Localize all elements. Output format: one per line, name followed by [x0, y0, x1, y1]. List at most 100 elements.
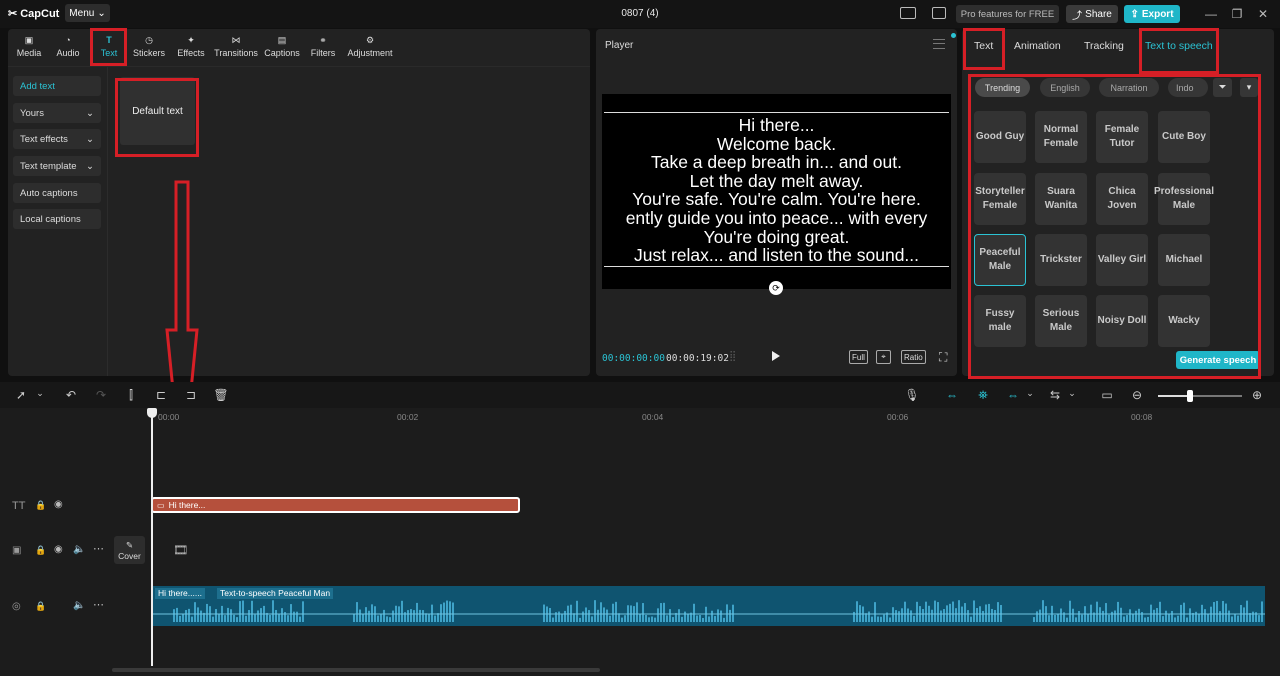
filter-narration[interactable]: Narration — [1099, 78, 1159, 97]
voice-option[interactable]: Noisy Doll — [1096, 295, 1148, 347]
text-clip[interactable]: ▭ Hi there... — [151, 497, 520, 513]
filter-trending[interactable]: Trending — [975, 78, 1030, 97]
keyboard-icon[interactable] — [932, 7, 946, 19]
voice-option[interactable]: Peaceful Male — [974, 234, 1026, 286]
tab-text-properties[interactable]: Text — [974, 40, 993, 52]
mute-icon[interactable]: 🔈 — [73, 544, 85, 555]
pro-features-button[interactable]: Pro features for FREE — [956, 5, 1059, 23]
zoom-knob[interactable] — [1186, 390, 1193, 402]
local-captions-item[interactable]: Local captions — [13, 209, 101, 229]
tab-media[interactable]: ▣ Media — [14, 32, 44, 64]
playhead-handle[interactable] — [147, 408, 157, 418]
voice-option[interactable]: Trickster — [1035, 234, 1087, 286]
tab-stickers[interactable]: ◷ Stickers — [131, 32, 167, 64]
voice-option[interactable]: Wacky — [1158, 295, 1210, 347]
waveform-bar — [251, 600, 253, 622]
fullscreen-icon[interactable]: ⛶ — [939, 350, 947, 365]
filter-indo[interactable]: Indo — [1168, 78, 1208, 97]
voice-option[interactable]: Valley Girl — [1096, 234, 1148, 286]
linkage-icon[interactable]: ⇔ — [1005, 388, 1021, 402]
voice-option[interactable]: Cute Boy — [1158, 111, 1210, 163]
tab-captions[interactable]: ▤ Captions — [264, 32, 300, 64]
voice-option[interactable]: Professional Male — [1154, 173, 1214, 225]
ratio-button[interactable]: Ratio — [901, 350, 926, 364]
split-right-icon[interactable]: ⊐ — [183, 388, 199, 402]
tab-text[interactable]: T Text — [96, 32, 122, 64]
default-text-card[interactable]: Default text — [120, 77, 195, 145]
chevron-down-icon: ⌄ — [86, 160, 94, 172]
voice-option[interactable]: Suara Wanita — [1035, 173, 1087, 225]
text-effects-item[interactable]: Text effects ⌄ — [13, 129, 101, 149]
filter-icon[interactable]: ⏷ — [1213, 78, 1232, 97]
split-left-icon[interactable]: ⊏ — [153, 388, 169, 402]
zoom-in-icon[interactable]: ⊕ — [1249, 388, 1265, 402]
voice-option[interactable]: Female Tutor — [1096, 111, 1148, 163]
eye-icon[interactable]: ◉ — [54, 499, 63, 510]
layout-icon[interactable] — [900, 7, 916, 19]
tab-tracking[interactable]: Tracking — [1084, 40, 1124, 52]
tab-audio[interactable]: ◔ Audio — [53, 32, 83, 64]
chevron-down-icon[interactable]: ⌄ — [32, 388, 48, 399]
full-button[interactable]: Full — [849, 350, 868, 364]
grid-icon[interactable]: ⣿ — [729, 351, 747, 363]
tab-transitions[interactable]: ⋈ Transitions — [213, 32, 259, 64]
crop-icon[interactable]: ⌖ — [876, 350, 891, 364]
play-icon[interactable] — [772, 351, 780, 361]
redo-icon[interactable]: ↷ — [93, 388, 109, 402]
restore-icon[interactable]: ❐ — [1229, 6, 1245, 22]
zoom-out-icon[interactable]: ⊖ — [1129, 388, 1145, 402]
auto-snapping-icon[interactable]: ⛯ — [975, 388, 991, 403]
lock-icon[interactable]: 🔒 — [35, 545, 46, 556]
generate-speech-button[interactable]: Generate speech — [1176, 351, 1260, 369]
main-track-magnet-icon[interactable]: ⇔ — [944, 388, 960, 402]
chevron-down-icon[interactable]: ▾ — [1240, 78, 1258, 97]
video-preview[interactable]: Hi there... Welcome back. Take a deep br… — [602, 94, 951, 289]
select-cursor-icon[interactable]: ➚ — [13, 388, 29, 402]
delete-icon[interactable]: 🗑 — [213, 388, 229, 402]
tab-animation[interactable]: Animation — [1014, 40, 1061, 52]
export-button[interactable]: ⇪ Export — [1124, 5, 1180, 23]
voice-option[interactable]: Fussy male — [974, 295, 1026, 347]
yours-item[interactable]: Yours ⌄ — [13, 103, 101, 123]
tab-adjustment[interactable]: ⚙ Adjustment — [346, 32, 394, 64]
auto-captions-item[interactable]: Auto captions — [13, 183, 101, 203]
minimize-icon[interactable]: — — [1203, 6, 1219, 22]
more-icon[interactable]: ⋯ — [93, 542, 104, 555]
voice-option[interactable]: Michael — [1158, 234, 1210, 286]
voice-option[interactable]: Chica Joven — [1096, 173, 1148, 225]
audio-clip[interactable]: Hi there...... Text-to-speech Peaceful M… — [153, 586, 1265, 626]
close-icon[interactable]: ✕ — [1255, 6, 1271, 22]
more-icon[interactable]: ⋯ — [93, 598, 104, 611]
timeline[interactable]: 00:00 00:02 00:04 00:06 00:08 TT 🔒 ◉ ▣ 🔒… — [0, 408, 1280, 676]
waveform-bar — [380, 613, 382, 622]
tab-text-to-speech[interactable]: Text to speech — [1145, 40, 1213, 52]
chevron-down-icon[interactable]: ⌄ — [1064, 388, 1080, 399]
horizontal-scrollbar[interactable] — [112, 668, 600, 672]
chevron-down-icon[interactable]: ⌄ — [1022, 388, 1038, 399]
lock-icon[interactable]: 🔒 — [35, 500, 46, 511]
rotate-icon[interactable]: ⟳ — [769, 281, 783, 295]
eye-icon[interactable]: ◉ — [54, 544, 63, 555]
share-button[interactable]: ⤴ Share — [1066, 5, 1118, 23]
menu-button[interactable]: Menu ⌄ — [65, 4, 110, 22]
voice-option[interactable]: Storyteller Female — [974, 173, 1026, 225]
add-text-item[interactable]: Add text — [13, 76, 101, 96]
text-template-item[interactable]: Text template ⌄ — [13, 156, 101, 176]
mute-icon[interactable]: 🔈 — [73, 600, 85, 611]
menu-icon[interactable] — [933, 39, 945, 49]
voice-option[interactable]: Good Guy — [974, 111, 1026, 163]
undo-icon[interactable]: ↶ — [63, 388, 79, 402]
cover-button[interactable]: ✎ Cover — [114, 536, 145, 564]
split-icon[interactable]: ⫿ — [123, 388, 139, 403]
tab-effects[interactable]: ✦ Effects — [174, 32, 208, 64]
tab-filters[interactable]: ⚭ Filters — [308, 32, 338, 64]
filter-english[interactable]: English — [1040, 78, 1090, 97]
voice-option[interactable]: Normal Female — [1035, 111, 1087, 163]
zoom-slider[interactable] — [1158, 390, 1242, 402]
preview-axis-icon[interactable]: ⇆ — [1047, 388, 1063, 402]
playhead[interactable] — [151, 410, 153, 666]
lock-icon[interactable]: 🔒 — [35, 601, 46, 612]
voice-option[interactable]: Serious Male — [1035, 295, 1087, 347]
microphone-icon[interactable]: 🎙 — [904, 388, 920, 402]
captions-toggle-icon[interactable]: ▭ — [1099, 388, 1115, 402]
